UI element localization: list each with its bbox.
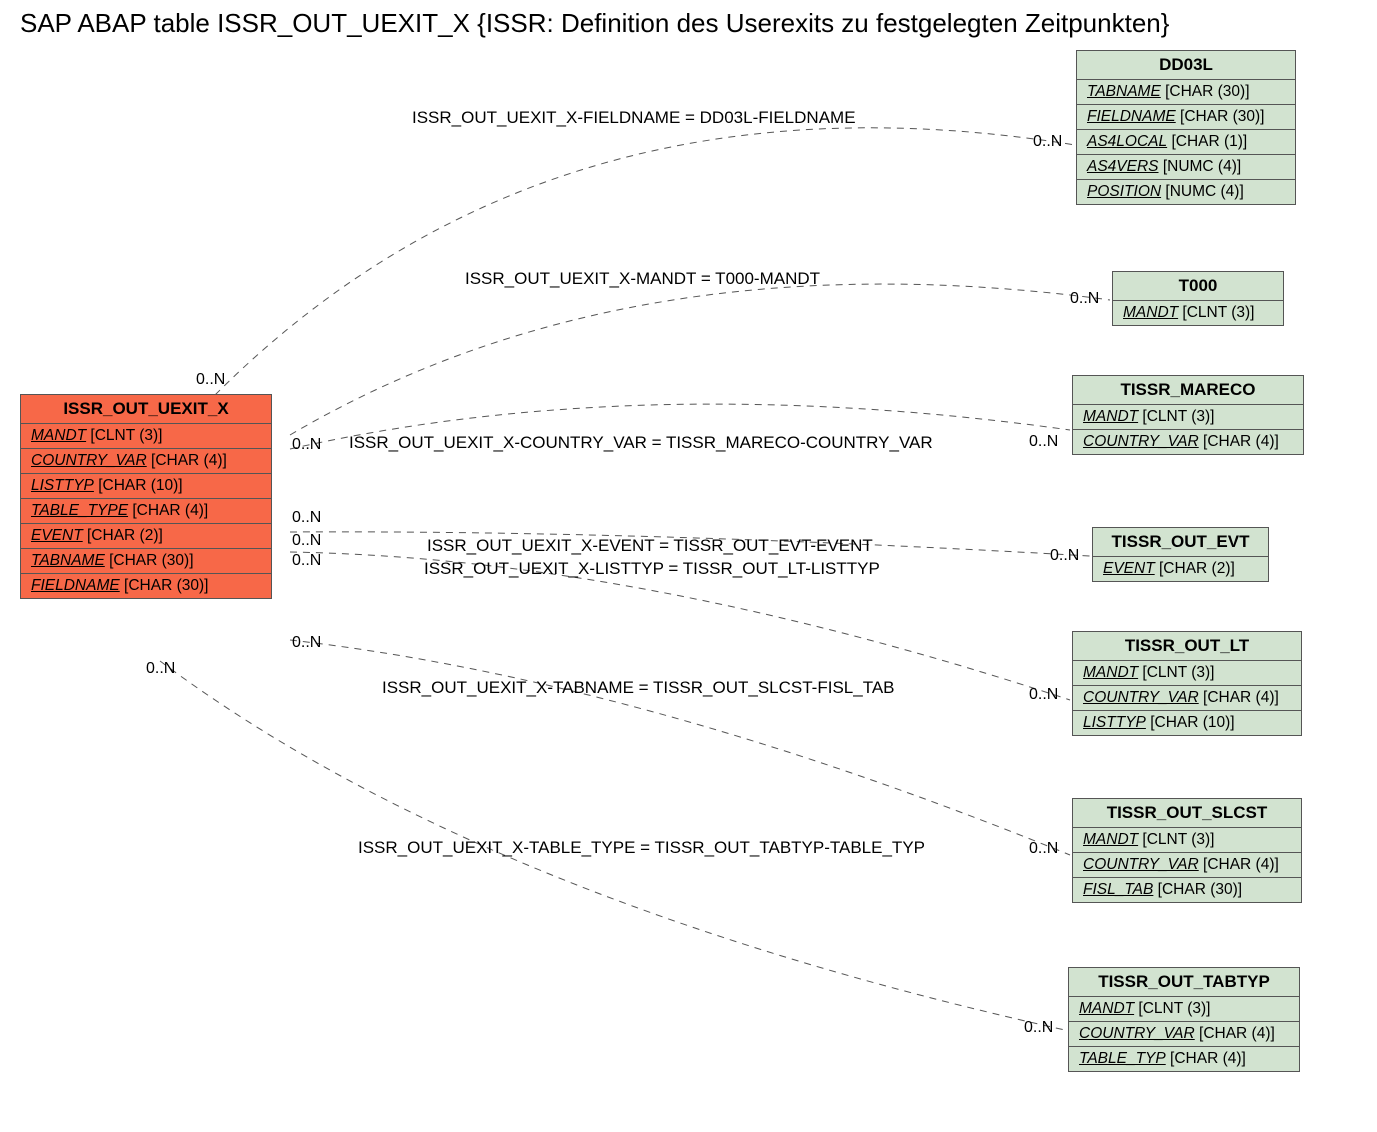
table-field: COUNTRY_VAR [CHAR (4)] [1073, 430, 1303, 454]
table-field: MANDT [CLNT (3)] [21, 424, 271, 449]
table-t000: T000 MANDT [CLNT (3)] [1112, 271, 1284, 326]
cardinality: 0..N [292, 509, 321, 527]
cardinality: 0..N [292, 532, 321, 550]
table-field: TABLE_TYP [CHAR (4)] [1069, 1047, 1299, 1071]
table-header: ISSR_OUT_UEXIT_X [21, 395, 271, 424]
relation-label: ISSR_OUT_UEXIT_X-TABLE_TYPE = TISSR_OUT_… [358, 838, 925, 858]
table-header: TISSR_MARECO [1073, 376, 1303, 405]
table-tissr-out-lt: TISSR_OUT_LT MANDT [CLNT (3)] COUNTRY_VA… [1072, 631, 1302, 736]
table-field: COUNTRY_VAR [CHAR (4)] [1073, 853, 1301, 878]
table-field: AS4VERS [NUMC (4)] [1077, 155, 1295, 180]
table-tissr-out-slcst: TISSR_OUT_SLCST MANDT [CLNT (3)] COUNTRY… [1072, 798, 1302, 903]
relation-label: ISSR_OUT_UEXIT_X-MANDT = T000-MANDT [465, 269, 820, 289]
table-header: DD03L [1077, 51, 1295, 80]
table-field: FISL_TAB [CHAR (30)] [1073, 878, 1301, 902]
cardinality: 0..N [1050, 547, 1079, 565]
cardinality: 0..N [1070, 290, 1099, 308]
relation-label: ISSR_OUT_UEXIT_X-EVENT = TISSR_OUT_EVT-E… [427, 536, 873, 556]
table-header: T000 [1113, 272, 1283, 301]
table-field: TABLE_TYPE [CHAR (4)] [21, 499, 271, 524]
table-tissr-out-evt: TISSR_OUT_EVT EVENT [CHAR (2)] [1092, 527, 1269, 582]
table-field: EVENT [CHAR (2)] [21, 524, 271, 549]
cardinality: 0..N [146, 660, 175, 678]
cardinality: 0..N [292, 634, 321, 652]
diagram-title: SAP ABAP table ISSR_OUT_UEXIT_X {ISSR: D… [20, 8, 1169, 39]
table-field: COUNTRY_VAR [CHAR (4)] [1069, 1022, 1299, 1047]
table-tissr-mareco: TISSR_MARECO MANDT [CLNT (3)] COUNTRY_VA… [1072, 375, 1304, 455]
relation-label: ISSR_OUT_UEXIT_X-COUNTRY_VAR = TISSR_MAR… [349, 433, 933, 453]
table-field: LISTTYP [CHAR (10)] [1073, 711, 1301, 735]
cardinality: 0..N [1029, 840, 1058, 858]
table-field: MANDT [CLNT (3)] [1073, 405, 1303, 430]
table-field: MANDT [CLNT (3)] [1069, 997, 1299, 1022]
relation-label: ISSR_OUT_UEXIT_X-FIELDNAME = DD03L-FIELD… [412, 108, 856, 128]
table-header: TISSR_OUT_SLCST [1073, 799, 1301, 828]
table-field: COUNTRY_VAR [CHAR (4)] [21, 449, 271, 474]
table-field: FIELDNAME [CHAR (30)] [21, 574, 271, 598]
table-field: TABNAME [CHAR (30)] [1077, 80, 1295, 105]
table-field: MANDT [CLNT (3)] [1113, 301, 1283, 325]
table-field: FIELDNAME [CHAR (30)] [1077, 105, 1295, 130]
cardinality: 0..N [1029, 433, 1058, 451]
relation-label: ISSR_OUT_UEXIT_X-TABNAME = TISSR_OUT_SLC… [382, 678, 895, 698]
table-field: LISTTYP [CHAR (10)] [21, 474, 271, 499]
relation-label: ISSR_OUT_UEXIT_X-LISTTYP = TISSR_OUT_LT-… [424, 559, 880, 579]
table-tissr-out-tabtyp: TISSR_OUT_TABTYP MANDT [CLNT (3)] COUNTR… [1068, 967, 1300, 1072]
table-field: MANDT [CLNT (3)] [1073, 661, 1301, 686]
table-header: TISSR_OUT_EVT [1093, 528, 1268, 557]
table-field: TABNAME [CHAR (30)] [21, 549, 271, 574]
table-header: TISSR_OUT_LT [1073, 632, 1301, 661]
table-field: AS4LOCAL [CHAR (1)] [1077, 130, 1295, 155]
table-header: TISSR_OUT_TABTYP [1069, 968, 1299, 997]
table-field: COUNTRY_VAR [CHAR (4)] [1073, 686, 1301, 711]
table-dd03l: DD03L TABNAME [CHAR (30)] FIELDNAME [CHA… [1076, 50, 1296, 205]
table-field: POSITION [NUMC (4)] [1077, 180, 1295, 204]
cardinality: 0..N [1029, 686, 1058, 704]
table-field: MANDT [CLNT (3)] [1073, 828, 1301, 853]
cardinality: 0..N [1024, 1019, 1053, 1037]
table-issr-out-uexit-x: ISSR_OUT_UEXIT_X MANDT [CLNT (3)] COUNTR… [20, 394, 272, 599]
cardinality: 0..N [292, 552, 321, 570]
cardinality: 0..N [1033, 133, 1062, 151]
table-field: EVENT [CHAR (2)] [1093, 557, 1268, 581]
cardinality: 0..N [196, 371, 225, 389]
cardinality: 0..N [292, 436, 321, 454]
